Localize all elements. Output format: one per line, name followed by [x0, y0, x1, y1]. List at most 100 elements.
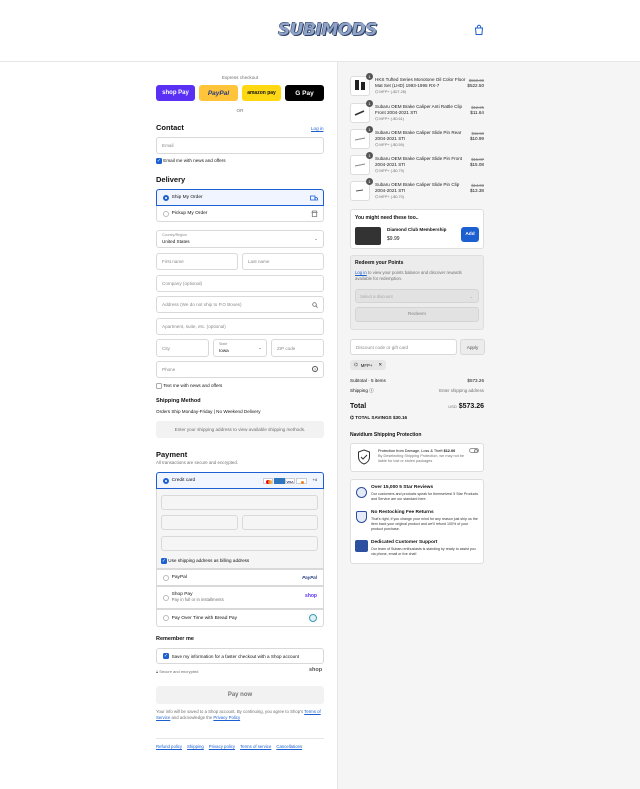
shield-icon — [358, 449, 370, 465]
redeem-button[interactable]: Redeem — [355, 307, 479, 322]
email-field[interactable]: Email — [156, 137, 324, 154]
add-button[interactable]: Add — [461, 227, 479, 242]
shipping-note: Orders Ship Monday-Friday | No Weekend D… — [156, 409, 261, 414]
phone-field[interactable]: Phone ? — [156, 361, 324, 378]
state-select[interactable]: State Iowa ⌄ — [213, 339, 267, 357]
express-checkout-title: Express checkout — [221, 75, 259, 80]
shop-pay-option[interactable]: Shop Pay Pay in full or in installments s… — [156, 586, 324, 609]
upsell-card: You might need these too.. Diamond Club … — [350, 209, 484, 249]
cart-item-name: Subaru OEM Brake Caliper Slide Pin Front… — [375, 156, 463, 173]
cart-item-name: Subaru OEM Brake Caliper Slide Pin Clip … — [375, 182, 460, 199]
expiration-field[interactable] — [161, 515, 238, 530]
tag-icon: ⌬ — [375, 89, 379, 94]
privacy-link[interactable]: Privacy Policy — [213, 715, 240, 720]
shop-logo: shop — [309, 667, 323, 673]
chevron-down-icon: ⌄ — [258, 345, 262, 350]
zip-field[interactable]: ZIP code — [271, 339, 324, 357]
check-icon: ✓ — [156, 158, 162, 164]
apply-button[interactable]: Apply — [460, 339, 485, 355]
apartment-field[interactable]: Apartment, suite, etc. (optional) — [156, 318, 324, 335]
login-link[interactable]: Log in — [311, 126, 324, 131]
security-code-field[interactable] — [242, 515, 318, 530]
refund-policy-link[interactable]: Refund policy — [156, 744, 182, 749]
first-name-field[interactable]: First name — [156, 253, 238, 270]
tag-icon: ⌬ — [375, 116, 379, 121]
cart-item-name: Subaru OEM Brake Caliper Anti Rattle Cli… — [375, 104, 463, 121]
address-field[interactable]: Address (We do not ship to P.O Boxes) — [156, 296, 324, 313]
discount-select[interactable]: Select a discount ⌄ — [355, 289, 479, 303]
points-login-link[interactable]: Log in — [355, 270, 367, 275]
delivery-heading: Delivery — [156, 175, 186, 184]
credit-card-option[interactable]: Credit card VISA +4 — [156, 472, 324, 489]
shopping-bag-icon[interactable] — [473, 24, 485, 36]
company-field[interactable]: Company (optional) — [156, 275, 324, 292]
paypal-button[interactable]: PayPal — [199, 85, 238, 101]
remember-me-checkbox[interactable]: ✓ Save my information for a faster check… — [156, 648, 324, 664]
total-value: USD $573.26 — [448, 403, 484, 410]
legal-text: Your info will be saved to a Shop accoun… — [156, 709, 321, 720]
protection-toggle[interactable] — [469, 448, 479, 453]
privacy-policy-link[interactable]: Privacy policy — [209, 744, 235, 749]
cart-item-price: $11.58 $10.99 — [469, 131, 484, 141]
pay-now-button[interactable]: Pay now — [156, 686, 324, 704]
city-field[interactable]: City — [156, 339, 209, 357]
discount-tag: ⌬ MFP+ ✕ — [350, 360, 386, 370]
help-icon[interactable]: ? — [312, 366, 318, 372]
total-savings: ⌬ TOTAL SAVINGS $30.16 — [350, 415, 408, 420]
protection-card: Protection from Damage, Loss & Theft $12… — [350, 443, 484, 472]
ship-my-order-option[interactable]: Ship My Order — [156, 189, 324, 206]
terms-link[interactable]: Terms of service — [240, 744, 271, 749]
lock-icon: 🔒︎ — [156, 669, 159, 674]
text-news-checkbox[interactable]: Text me with news and offers — [156, 383, 222, 389]
header: SUBIMODS — [0, 0, 640, 62]
search-icon — [312, 302, 318, 308]
secure-note: 🔒︎ Secure and encrypted — [156, 669, 199, 674]
quantity-badge: 1 — [366, 73, 373, 80]
logo[interactable]: SUBIMODS — [278, 20, 378, 40]
cancellations-link[interactable]: Cancellations — [276, 744, 302, 749]
cart-item-name: HKS Tufted Series Monotone Oil Color Flo… — [375, 77, 466, 94]
name-on-card-field[interactable] — [161, 536, 318, 551]
protection-heading: Navidium Shipping Protection — [350, 432, 422, 438]
paypal-logo: PayPal — [302, 575, 317, 580]
tag-icon: ⌬ — [354, 362, 358, 367]
bread-pay-icon — [309, 614, 317, 622]
google-pay-button[interactable]: G Pay — [285, 85, 324, 101]
close-icon[interactable]: ✕ — [378, 362, 382, 368]
membership-card-image — [355, 227, 381, 245]
email-news-checkbox[interactable]: ✓ Email me with news and offers — [156, 158, 226, 164]
quantity-badge: 1 — [366, 100, 373, 107]
tag-icon: ⌬ — [350, 415, 355, 420]
shipping-link[interactable]: Shipping — [187, 744, 204, 749]
chevron-down-icon: ⌄ — [469, 294, 473, 299]
paypal-option[interactable]: PayPal PayPal — [156, 569, 324, 586]
truck-icon — [310, 195, 318, 201]
remember-me-heading: Remember me — [156, 636, 194, 642]
redeem-points-card: Redeem your Points Log in to view your p… — [350, 255, 484, 330]
quantity-badge: 1 — [366, 178, 373, 185]
pickup-my-order-option[interactable]: Pickup My Order — [156, 206, 324, 222]
store-icon — [311, 210, 318, 217]
tag-icon: ⌬ — [375, 194, 379, 199]
shipping-method-heading: Shipping Method — [156, 398, 201, 404]
amazon-pay-button[interactable]: amazon pay — [242, 85, 281, 101]
star-badge-icon — [356, 487, 367, 498]
country-select[interactable]: Country/Region United States ⌄ — [156, 230, 324, 248]
tag-icon: ⌬ — [375, 168, 379, 173]
shop-pay-button[interactable]: shop Pay — [156, 85, 195, 101]
subtotal-value: $573.26 — [467, 378, 484, 383]
tag-icon: ⌬ — [375, 142, 379, 147]
subtotal-label: Subtotal · 5 items — [350, 378, 386, 383]
cart-item-price: $14.08 $13.38 — [469, 183, 484, 193]
shipping-value: Enter shipping address — [439, 388, 484, 393]
billing-address-checkbox[interactable]: ✓ Use shipping address as billing addres… — [161, 558, 249, 564]
last-name-field[interactable]: Last name — [242, 253, 324, 270]
card-number-field[interactable] — [161, 495, 318, 510]
discount-code-field[interactable]: Discount code or gift card — [350, 339, 457, 355]
total-label: Total — [350, 403, 367, 410]
cart-item-price: $550.00 $522.50 — [467, 78, 484, 88]
shipping-label: Shipping ⓘ — [350, 388, 374, 393]
bread-pay-option[interactable]: Pay Over Time with Bread Pay — [156, 609, 324, 627]
or-divider: OR — [236, 108, 244, 113]
payment-heading: Payment — [156, 450, 188, 459]
